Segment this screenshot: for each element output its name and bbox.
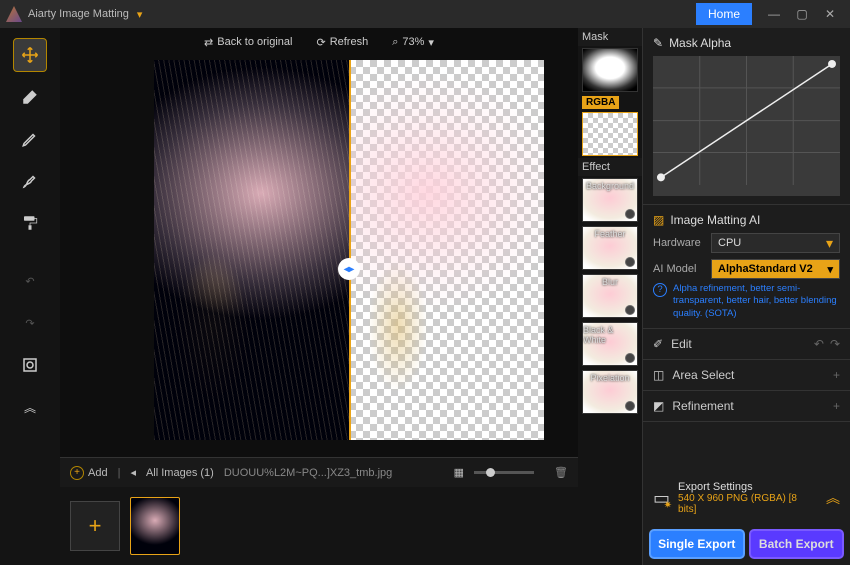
alpha-curve-editor[interactable] [653,56,840,196]
edit-icon: ✐ [653,337,663,351]
app-title: Aiarty Image Matting [28,8,129,20]
hardware-label: Hardware [653,237,711,249]
undo-icon: ↶ [814,337,824,351]
home-button[interactable]: Home [696,3,752,25]
brush-tool[interactable] [13,164,47,198]
thumb-size-slider[interactable] [474,471,534,474]
chevron-down-icon: ▾ [826,235,833,252]
filename: DUOUU%L2M~PQ...]XZ3_tmb.jpg [224,467,392,479]
refine-icon: ◩ [653,399,664,413]
wand-icon: ✎ [653,36,663,50]
chevron-down-icon: ▾ [827,263,833,276]
model-hint: Alpha refinement, better semi-transparen… [673,283,840,320]
minimize-button[interactable]: ― [760,3,788,25]
add-image-button[interactable]: +Add [70,466,108,480]
pencil-tool[interactable] [13,122,47,156]
maximize-button[interactable]: ▢ [788,3,816,25]
plus-icon: + [833,368,840,382]
effect-blur[interactable]: Blur [582,274,638,318]
tool-sidebar: ↶ ↷ ︽ [0,28,60,565]
app-logo [6,6,22,22]
original-side [154,60,349,440]
hardware-select[interactable]: CPU▾ [711,233,840,253]
menu-dropdown[interactable]: ▾ [137,8,143,21]
rgba-preview[interactable] [582,112,638,156]
model-select[interactable]: AlphaStandard V2▾ [711,259,840,279]
select-icon: ◫ [653,368,664,382]
swap-icon: ⇄ [204,36,213,49]
effect-background[interactable]: Background [582,178,638,222]
model-label: AI Model [653,263,711,275]
zoom-control[interactable]: ⌕73% ▾ [392,36,434,49]
refinement-section[interactable]: ◩Refinement + [643,391,850,422]
edit-section[interactable]: ✐Edit ↶↷ [643,329,850,360]
batch-export-button[interactable]: Batch Export [749,529,845,559]
export-spec: 540 X 960 PNG (RGBA) [8 bits] [678,493,810,515]
image-counter: All Images (1) [146,467,214,479]
effect-bw[interactable]: Black & White [582,322,638,366]
effect-pixelation[interactable]: Pixelation [582,370,638,414]
rgba-tag: RGBA [582,96,619,109]
image-icon: ▦ [454,466,464,479]
plus-icon: + [833,399,840,413]
export-title: Export Settings [678,481,810,493]
image-thumbnail[interactable] [130,497,180,555]
export-icon: ▭✷ [653,488,670,509]
close-button[interactable]: ✕ [816,3,844,25]
eraser-tool[interactable] [13,80,47,114]
move-tool[interactable] [13,38,47,72]
undo-button[interactable]: ↶ [13,264,47,298]
redo-icon: ↷ [830,337,840,351]
ai-icon: ▨ [653,213,664,227]
zoom-icon: ⌕ [392,36,398,49]
nav-prev-icon[interactable]: ◂ [130,466,136,479]
compare-divider [349,60,351,440]
mask-alpha-title: Mask Alpha [669,36,731,50]
roller-tool[interactable] [13,206,47,240]
refresh-button[interactable]: ⟳Refresh [316,36,368,49]
matted-side [349,60,544,440]
compare-canvas[interactable]: ◂▸ [154,60,544,440]
mask-preview[interactable] [582,48,638,92]
collapse-tools[interactable]: ︽ [13,390,47,424]
mask-section-label: Mask [578,28,642,46]
add-thumbnail[interactable]: + [70,501,120,551]
refresh-icon: ⟳ [316,36,325,49]
redo-button[interactable]: ↷ [13,306,47,340]
back-to-original[interactable]: ⇄Back to original [204,36,292,49]
compare-slider[interactable]: ◂▸ [338,258,360,280]
chevron-down-icon: ▾ [428,36,434,49]
effect-section-label: Effect [578,158,642,176]
frame-tool[interactable] [13,348,47,382]
help-icon[interactable]: ? [653,283,667,297]
matting-title: Image Matting AI [670,213,760,227]
single-export-button[interactable]: Single Export [649,529,745,559]
effect-feather[interactable]: Feather [582,226,638,270]
export-expand[interactable]: ︽ [826,488,840,508]
area-select-section[interactable]: ◫Area Select + [643,360,850,391]
delete-button[interactable]: 🗑 [554,466,568,479]
